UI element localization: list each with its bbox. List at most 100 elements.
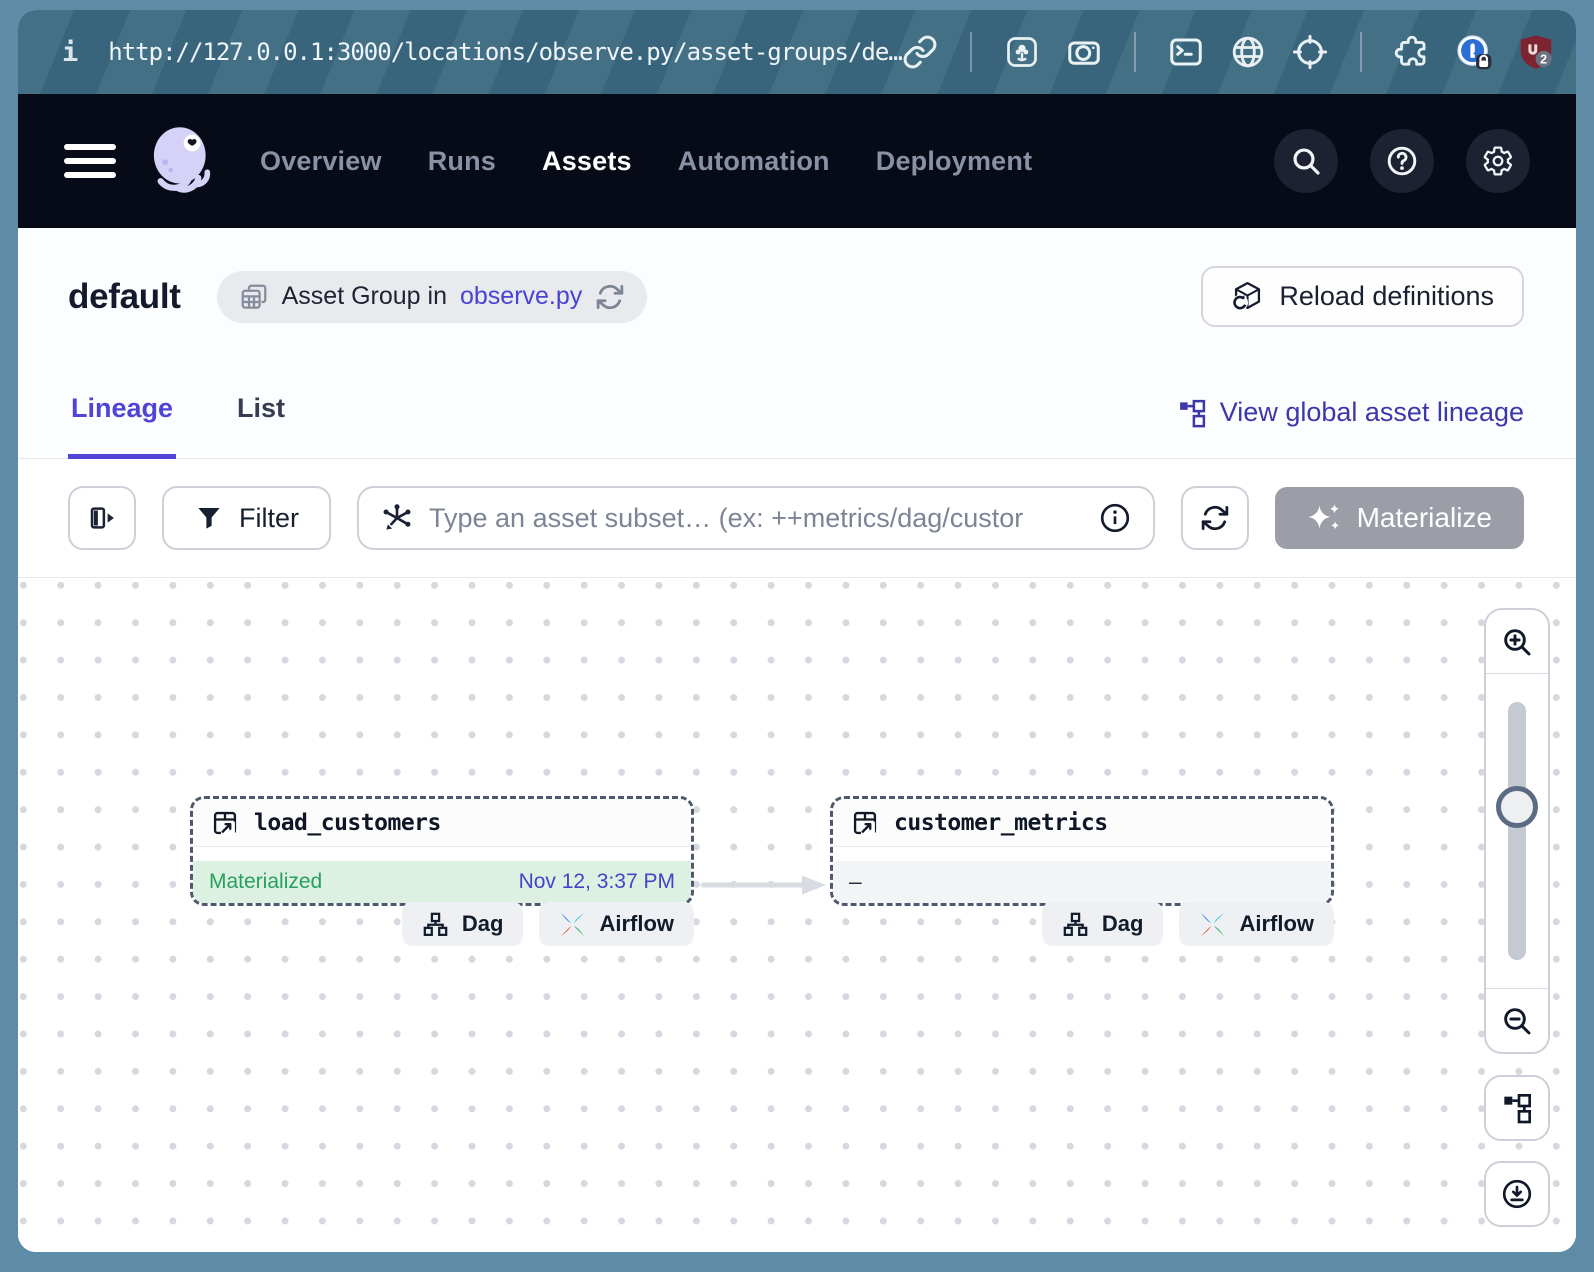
nav-item-overview[interactable]: Overview [260, 146, 382, 177]
nav-item-automation[interactable]: Automation [678, 146, 830, 177]
tag-label: Airflow [1239, 911, 1314, 937]
extension-flower-icon[interactable] [1004, 34, 1040, 70]
materialization-timestamp[interactable]: Nov 12, 3:37 PM [519, 870, 675, 894]
globe-icon[interactable] [1230, 34, 1266, 70]
filter-funnel-icon [194, 503, 224, 533]
sparkles-icon [1307, 502, 1341, 534]
extensions-puzzle-icon[interactable] [1394, 34, 1430, 70]
url-text[interactable]: http://127.0.0.1:3000/locations/observe.… [108, 38, 902, 66]
browser-window: i http://127.0.0.1:3000/locations/observ… [18, 10, 1576, 1252]
page-title: default [68, 277, 181, 317]
zoom-out-button[interactable] [1486, 988, 1548, 1052]
toolbar-divider [1360, 32, 1362, 72]
asset-node-customer-metrics[interactable]: customer_metrics – [830, 796, 1334, 906]
help-button[interactable] [1370, 129, 1434, 193]
tag-airflow[interactable]: Airflow [539, 902, 694, 946]
tag-label: Airflow [599, 911, 674, 937]
asset-subset-input[interactable] [429, 503, 1083, 534]
search-button[interactable] [1274, 129, 1338, 193]
info-circle-icon[interactable] [1099, 502, 1131, 534]
asset-status-row: – [833, 861, 1331, 903]
app-navbar: Overview Runs Assets Automation Deployme… [18, 94, 1576, 228]
download-graph-button[interactable] [1484, 1161, 1550, 1227]
menu-hamburger-icon[interactable] [64, 143, 116, 179]
filter-button[interactable]: Filter [162, 486, 331, 550]
tag-dag[interactable]: Dag [1042, 902, 1164, 946]
nav-item-deployment[interactable]: Deployment [876, 146, 1033, 177]
asset-node-load-customers[interactable]: load_customers Materialized Nov 12, 3:37… [190, 796, 694, 906]
lineage-edge-arrow [700, 872, 832, 898]
materialize-label: Materialize [1357, 502, 1492, 534]
asset-tags-customer-metrics: Dag Airflow [830, 902, 1334, 946]
asset-node-body [833, 847, 1331, 861]
view-global-lineage-link[interactable]: View global asset lineage [1177, 397, 1524, 458]
lineage-graph-canvas[interactable]: load_customers Materialized Nov 12, 3:37… [18, 578, 1576, 1252]
gear-icon [1482, 145, 1514, 177]
materialize-button[interactable]: Materialize [1275, 487, 1524, 549]
dagster-logo[interactable] [146, 125, 218, 197]
view-tabs: Lineage List View global asset lineage [18, 393, 1576, 459]
zoom-slider-track[interactable] [1508, 702, 1526, 960]
browser-url-bar: i http://127.0.0.1:3000/locations/observ… [18, 10, 1576, 94]
toolbar-divider [1134, 32, 1136, 72]
svg-text:2: 2 [1540, 52, 1547, 66]
asset-node-header: customer_metrics [833, 799, 1331, 847]
dag-icon [1062, 911, 1089, 938]
tab-list[interactable]: List [234, 393, 288, 458]
asset-table-icon [851, 809, 879, 837]
asset-tags-load-customers: Dag Airflow [190, 902, 694, 946]
page-header: default Asset Group in observe.py Reload… [18, 228, 1576, 327]
asset-selection-icon [381, 502, 413, 534]
lineage-graph-icon [1501, 1092, 1533, 1124]
dag-icon [422, 911, 449, 938]
nav-items: Overview Runs Assets Automation Deployme… [260, 146, 1032, 177]
terminal-icon[interactable] [1168, 34, 1204, 70]
password-manager-icon[interactable] [1456, 34, 1492, 70]
zoom-in-button[interactable] [1486, 610, 1548, 674]
expand-panel-button[interactable] [68, 486, 136, 550]
zoom-in-icon [1501, 626, 1533, 658]
reload-cube-icon [1231, 280, 1264, 313]
adblock-shield-icon[interactable]: 2 [1518, 34, 1554, 70]
nav-item-assets[interactable]: Assets [542, 146, 632, 177]
asset-table-icon [211, 809, 239, 837]
asset-subset-field[interactable] [357, 486, 1155, 550]
lineage-graph-icon [1177, 398, 1207, 428]
filter-label: Filter [239, 503, 299, 534]
asset-status-row: Materialized Nov 12, 3:37 PM [193, 861, 691, 903]
fit-lineage-button[interactable] [1484, 1075, 1550, 1141]
nav-item-runs[interactable]: Runs [428, 146, 496, 177]
page-content: default Asset Group in observe.py Reload… [18, 228, 1576, 1252]
expand-panel-icon [87, 503, 117, 533]
status-empty-label: – [849, 870, 862, 894]
refresh-icon [1200, 503, 1230, 533]
reload-definitions-button[interactable]: Reload definitions [1201, 266, 1524, 327]
code-location-link[interactable]: observe.py [460, 282, 582, 311]
sync-status-icon[interactable] [595, 282, 625, 312]
asset-node-header: load_customers [193, 799, 691, 847]
tab-lineage[interactable]: Lineage [68, 393, 176, 458]
copy-link-icon[interactable] [902, 34, 938, 70]
browser-frame: i http://127.0.0.1:3000/locations/observ… [0, 0, 1594, 1272]
settings-button[interactable] [1466, 129, 1530, 193]
zoom-slider-handle[interactable] [1496, 786, 1538, 828]
zoom-out-icon [1501, 1005, 1533, 1037]
tag-label: Dag [1102, 911, 1144, 937]
lineage-toolbar: Filter Materialize [18, 459, 1576, 578]
toolbar-divider [970, 32, 972, 72]
airflow-icon [1199, 911, 1226, 938]
download-icon [1501, 1178, 1533, 1210]
zoom-slider[interactable] [1486, 674, 1548, 988]
search-icon [1290, 145, 1322, 177]
reload-definitions-label: Reload definitions [1279, 281, 1494, 312]
asset-group-badge: Asset Group in observe.py [217, 271, 648, 323]
info-icon[interactable]: i [62, 37, 78, 68]
airflow-icon [559, 911, 586, 938]
nav-right-actions [1274, 129, 1530, 193]
asset-name: customer_metrics [894, 810, 1108, 836]
tag-dag[interactable]: Dag [402, 902, 524, 946]
refresh-graph-button[interactable] [1181, 486, 1249, 550]
tag-airflow[interactable]: Airflow [1179, 902, 1334, 946]
screenshot-camera-icon[interactable] [1066, 34, 1102, 70]
target-icon[interactable] [1292, 34, 1328, 70]
